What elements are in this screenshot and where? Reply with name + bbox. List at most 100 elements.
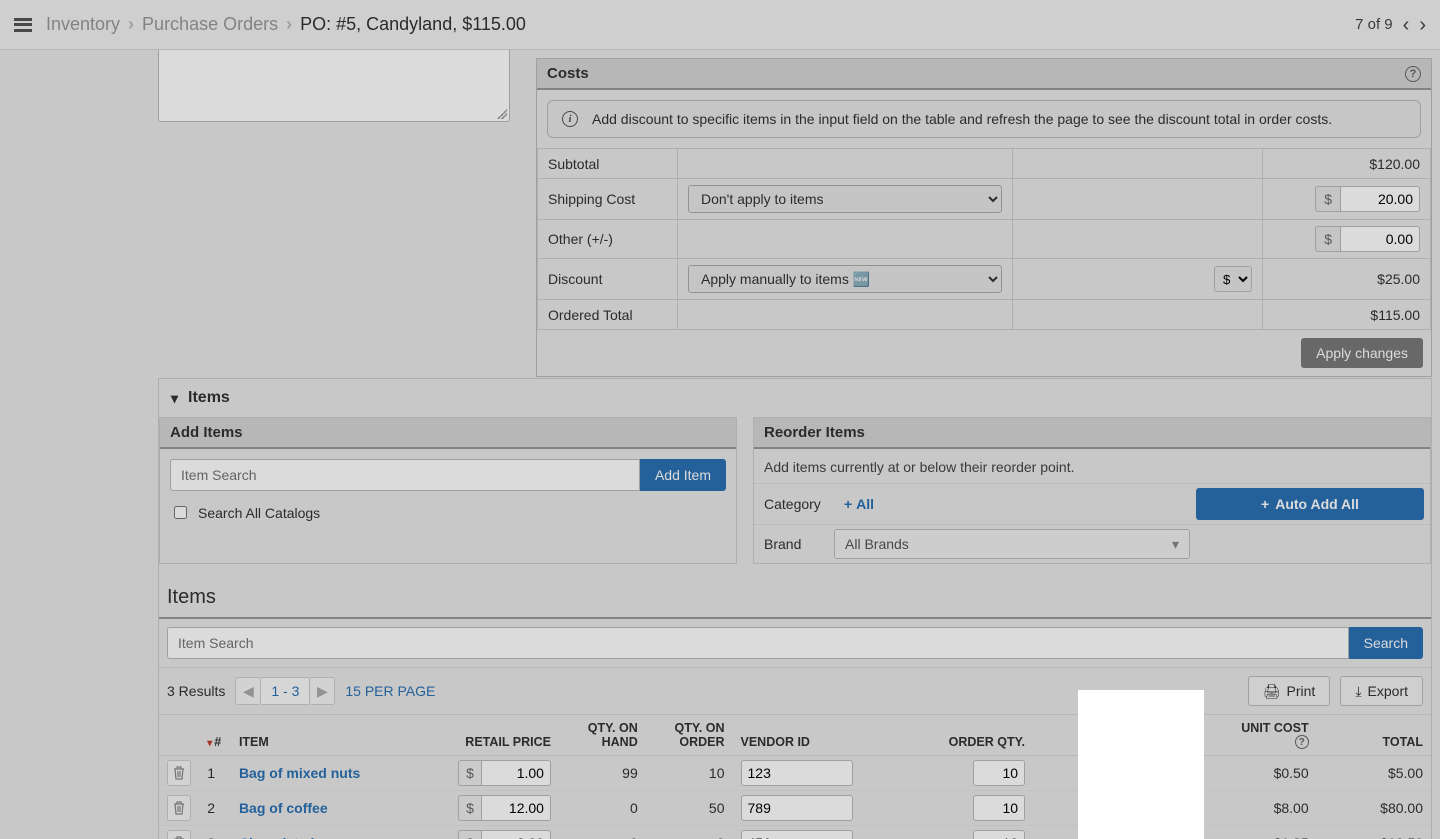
delete-row-button[interactable] bbox=[167, 795, 191, 821]
notes-textarea[interactable] bbox=[158, 50, 510, 122]
items-search-button[interactable]: Search bbox=[1349, 627, 1423, 659]
chevron-down-icon: ▾ bbox=[171, 390, 178, 407]
plus-icon: + bbox=[844, 496, 856, 512]
pager-prev[interactable]: ‹ bbox=[1403, 15, 1410, 35]
delete-row-button[interactable] bbox=[167, 830, 191, 839]
order-qty-input[interactable] bbox=[973, 830, 1025, 839]
col-retail[interactable]: RETAIL PRICE bbox=[443, 715, 559, 756]
breadcrumb-current: PO: #5, Candyland, $115.00 bbox=[300, 14, 526, 35]
items-list-title: Items bbox=[159, 576, 1431, 619]
retail-price-input[interactable] bbox=[481, 830, 551, 839]
row-total: $80.00 bbox=[1317, 791, 1431, 826]
costs-alert: i Add discount to specific items in the … bbox=[547, 100, 1421, 138]
pager-text: 7 of 9 bbox=[1355, 16, 1393, 33]
costs-table: Subtotal $120.00 Shipping Cost Don't app… bbox=[537, 148, 1431, 330]
vendor-id-input[interactable] bbox=[741, 795, 853, 821]
costs-alert-text: Add discount to specific items in the in… bbox=[592, 111, 1332, 127]
items-table: ▾# ITEM RETAIL PRICE QTY. ON HAND QTY. O… bbox=[159, 715, 1431, 839]
export-icon: ⤓ bbox=[1355, 683, 1361, 700]
chevron-right-icon: › bbox=[286, 14, 292, 35]
col-total[interactable]: TOTAL bbox=[1317, 715, 1431, 756]
order-qty-input[interactable] bbox=[973, 760, 1025, 786]
table-row: 1Bag of mixed nuts$9910$$0.50$5.00 bbox=[159, 756, 1431, 791]
currency-symbol: $ bbox=[458, 795, 481, 821]
order-qty-input[interactable] bbox=[973, 795, 1025, 821]
row-number: 1 bbox=[199, 756, 231, 791]
qty-on-hand: 99 bbox=[559, 756, 646, 791]
items-search-input[interactable] bbox=[167, 627, 1349, 659]
currency-symbol: $ bbox=[1315, 226, 1340, 252]
item-link[interactable]: Bag of mixed nuts bbox=[239, 765, 360, 781]
breadcrumb-purchase-orders[interactable]: Purchase Orders bbox=[142, 14, 278, 35]
reorder-items-title: Reorder Items bbox=[754, 418, 1430, 449]
category-all-link[interactable]: + All bbox=[844, 496, 874, 512]
col-unitcost[interactable]: UNIT COST ? bbox=[1209, 715, 1317, 756]
item-link[interactable]: Bag of coffee bbox=[239, 800, 328, 816]
per-page-select[interactable]: 15 PER PAGE bbox=[345, 683, 435, 699]
vendor-id-input[interactable] bbox=[741, 760, 853, 786]
row-number: 2 bbox=[199, 791, 231, 826]
apply-changes-button[interactable]: Apply changes bbox=[1301, 338, 1423, 368]
row-total: $5.00 bbox=[1317, 756, 1431, 791]
col-vendor[interactable]: VENDOR ID bbox=[733, 715, 864, 756]
unit-discount-input[interactable] bbox=[1121, 760, 1201, 786]
search-all-catalogs-checkbox[interactable] bbox=[174, 506, 187, 519]
chevron-down-icon: ▾ bbox=[1172, 536, 1179, 553]
costs-panel: Costs ? i Add discount to specific items… bbox=[536, 58, 1432, 377]
discount-unit-select[interactable]: $ bbox=[1214, 266, 1252, 292]
vendor-id-input[interactable] bbox=[741, 830, 853, 839]
col-orderqty[interactable]: ORDER QTY. bbox=[864, 715, 1033, 756]
discount-apply-select[interactable]: Apply manually to items 🆕 bbox=[688, 265, 1002, 293]
retail-price-input[interactable] bbox=[481, 760, 551, 786]
results-count: 3 Results bbox=[167, 683, 225, 699]
item-search-input[interactable] bbox=[170, 459, 640, 491]
print-icon: 🖨 bbox=[1263, 683, 1281, 700]
row-number: 3 bbox=[199, 826, 231, 839]
retail-price-input[interactable] bbox=[481, 795, 551, 821]
ordered-total-label: Ordered Total bbox=[538, 300, 678, 330]
export-button[interactable]: ⤓ Export bbox=[1340, 676, 1423, 706]
menu-icon[interactable] bbox=[14, 18, 32, 32]
col-item[interactable]: ITEM bbox=[231, 715, 443, 756]
page-next-button[interactable]: ▶ bbox=[309, 677, 335, 705]
shipping-amount-input[interactable] bbox=[1340, 186, 1420, 212]
other-label: Other (+/-) bbox=[538, 220, 678, 259]
subtotal-value: $120.00 bbox=[1263, 149, 1431, 179]
currency-symbol: $ bbox=[458, 830, 481, 839]
brand-select[interactable]: All Brands ▾ bbox=[834, 529, 1190, 559]
shipping-apply-select[interactable]: Don't apply to items bbox=[688, 185, 1002, 213]
currency-symbol: $ bbox=[1098, 795, 1121, 821]
other-amount-input[interactable] bbox=[1340, 226, 1420, 252]
auto-add-all-button[interactable]: + Auto Add All bbox=[1196, 488, 1424, 520]
add-item-button[interactable]: Add Item bbox=[640, 459, 726, 491]
table-row: 2Bag of coffee$050$$8.00$80.00 bbox=[159, 791, 1431, 826]
info-icon: i bbox=[562, 111, 578, 127]
help-icon[interactable]: ? bbox=[1295, 735, 1309, 749]
item-link[interactable]: Chocolate bar bbox=[239, 835, 332, 839]
help-icon[interactable]: ? bbox=[1405, 66, 1421, 82]
brand-label: Brand bbox=[754, 530, 834, 558]
sort-icon[interactable]: ▾ bbox=[207, 738, 212, 749]
search-all-catalogs-toggle[interactable]: Search All Catalogs bbox=[170, 503, 726, 522]
unit-discount-input[interactable] bbox=[1121, 830, 1201, 839]
category-label: Category bbox=[754, 490, 834, 518]
unit-discount-input[interactable] bbox=[1121, 795, 1201, 821]
page-prev-button[interactable]: ◀ bbox=[235, 677, 261, 705]
pager-next[interactable]: › bbox=[1419, 15, 1426, 35]
breadcrumb-inventory[interactable]: Inventory bbox=[46, 14, 120, 35]
delete-row-button[interactable] bbox=[167, 760, 191, 786]
col-onhand[interactable]: QTY. ON HAND bbox=[559, 715, 646, 756]
col-discount[interactable]: UNIT DISCOUNT bbox=[1033, 715, 1209, 756]
qty-on-order: 10 bbox=[646, 756, 733, 791]
col-onorder[interactable]: QTY. ON ORDER bbox=[646, 715, 733, 756]
unit-cost: $8.00 bbox=[1209, 791, 1317, 826]
costs-header: Costs ? bbox=[537, 59, 1431, 90]
unit-cost: $0.50 bbox=[1209, 756, 1317, 791]
topbar: Inventory › Purchase Orders › PO: #5, Ca… bbox=[0, 0, 1440, 50]
print-button[interactable]: 🖨 Print bbox=[1248, 676, 1331, 706]
qty-on-hand: 0 bbox=[559, 791, 646, 826]
page-range[interactable]: 1 - 3 bbox=[261, 677, 309, 705]
discount-value: $25.00 bbox=[1263, 259, 1431, 300]
shipping-label: Shipping Cost bbox=[538, 179, 678, 220]
items-section-toggle[interactable]: ▾ Items bbox=[159, 379, 1431, 417]
